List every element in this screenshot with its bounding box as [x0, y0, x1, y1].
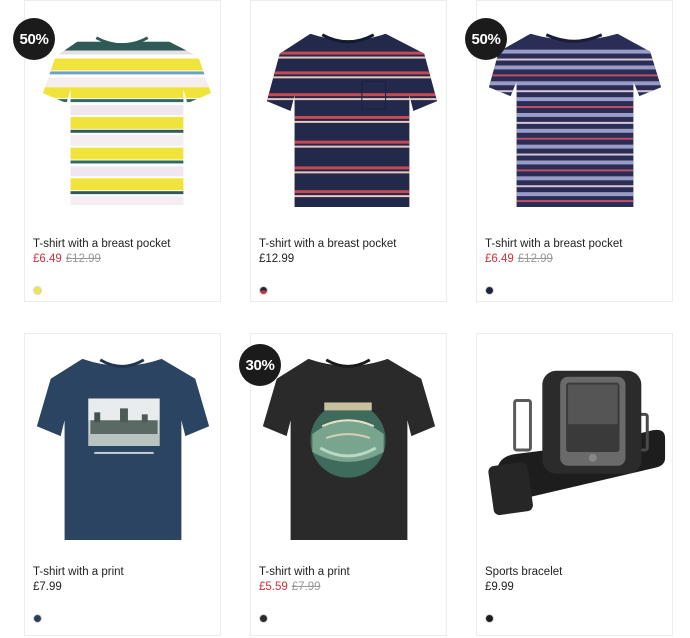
price-row: £9.99	[485, 581, 514, 593]
product-image[interactable]	[25, 334, 220, 559]
price-row: £5.59 £7.99	[259, 581, 321, 593]
product-card[interactable]: 30% T-shirt with a print £5.59 £7.99	[239, 333, 447, 636]
product-image[interactable]	[251, 1, 446, 221]
color-swatch-black[interactable]	[259, 614, 268, 623]
sale-price: £5.59	[259, 581, 288, 593]
sale-price: £6.49	[485, 253, 514, 265]
old-price: £12.99	[517, 253, 553, 265]
product-title[interactable]: T-shirt with a breast pocket	[259, 238, 396, 250]
product-title[interactable]: T-shirt with a breast pocket	[485, 238, 622, 250]
product-title[interactable]: T-shirt with a breast pocket	[33, 238, 170, 250]
product-card[interactable]: T-shirt with a print £7.99	[24, 333, 221, 636]
color-swatch-navy[interactable]	[485, 286, 494, 295]
color-swatch-yellow[interactable]	[33, 286, 42, 295]
color-swatch-navy-red[interactable]	[259, 286, 268, 295]
price: £12.99	[259, 253, 295, 265]
product-card[interactable]: Sports bracelet £9.99	[476, 333, 673, 636]
price-row: £6.49 £12.99	[485, 253, 553, 265]
old-price: £12.99	[65, 253, 101, 265]
price: £7.99	[33, 581, 62, 593]
color-swatch-navy[interactable]	[33, 614, 42, 623]
product-title[interactable]: Sports bracelet	[485, 566, 562, 578]
discount-badge: 50%	[13, 18, 55, 60]
discount-badge: 30%	[239, 344, 281, 386]
color-swatch-black[interactable]	[485, 614, 494, 623]
sale-price: £6.49	[33, 253, 62, 265]
discount-badge: 50%	[465, 18, 507, 60]
price-row: £12.99	[259, 253, 294, 265]
old-price: £7.99	[291, 581, 321, 593]
product-title[interactable]: T-shirt with a print	[33, 566, 124, 578]
price-row: £7.99	[33, 581, 62, 593]
price-row: £6.49 £12.99	[33, 253, 101, 265]
price: £9.99	[485, 581, 514, 593]
product-title[interactable]: T-shirt with a print	[259, 566, 350, 578]
product-card[interactable]: 50% T-shirt with a breast pocket £6.49 £…	[13, 0, 221, 302]
product-card[interactable]: T-shirt with a breast pocket £12.99	[250, 0, 447, 302]
product-image[interactable]	[477, 334, 672, 559]
product-card[interactable]: 50% T-shirt with a breast pocket £6.49 £…	[465, 0, 673, 302]
